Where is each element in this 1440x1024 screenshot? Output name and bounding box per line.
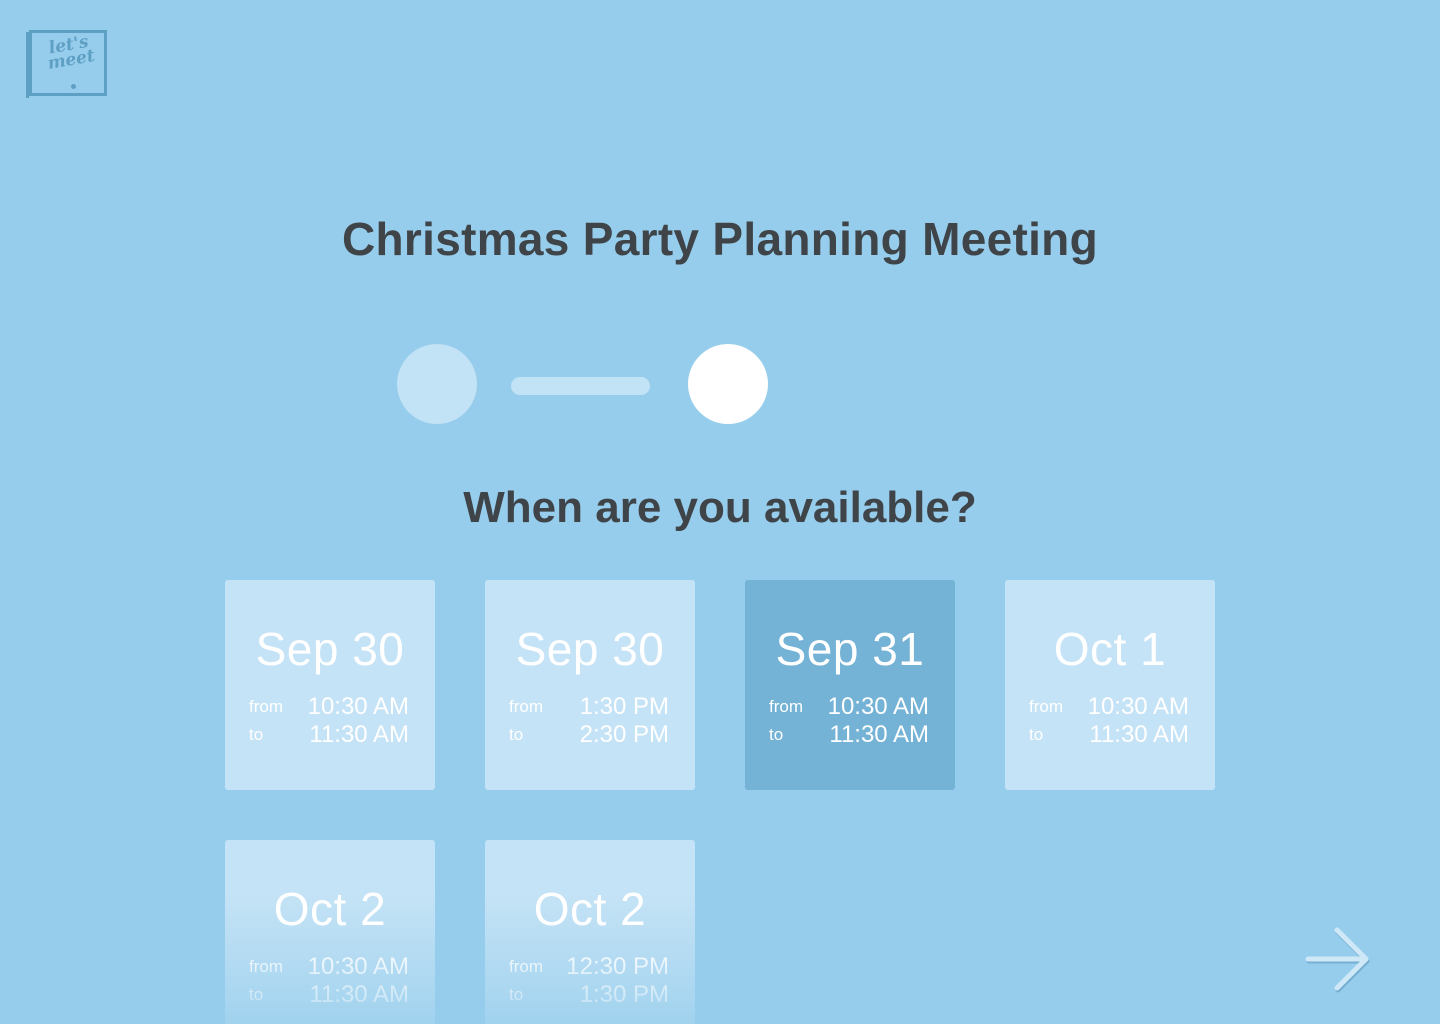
slot-from-label: from: [769, 697, 803, 716]
time-slot-card[interactable]: Oct 2 from 10:30 AM to 11:30 AM: [225, 840, 435, 1024]
slot-to-label: to: [1029, 725, 1044, 744]
availability-question: When are you available?: [463, 483, 977, 532]
arrow-right-icon: [1305, 927, 1370, 993]
slot-to-label: to: [509, 985, 524, 1004]
meeting-title: Christmas Party Planning Meeting: [342, 213, 1098, 265]
progress-step-2-current: [688, 344, 768, 424]
slot-end-time: 11:30 AM: [829, 721, 929, 748]
slot-from-label: from: [249, 697, 283, 716]
time-slot-card[interactable]: Sep 30 from 10:30 AM to 11:30 AM: [225, 580, 435, 790]
slot-to-label: to: [509, 725, 524, 744]
slot-start-time: 10:30 AM: [827, 693, 929, 720]
slot-date: Sep 30: [255, 623, 405, 675]
slot-to-label: to: [249, 725, 264, 744]
slot-end-time: 1:30 PM: [579, 981, 669, 1008]
time-slot-card-selected[interactable]: Sep 31 from 10:30 AM to 11:30 AM: [745, 580, 955, 790]
slot-start-time: 10:30 AM: [307, 693, 409, 720]
slot-date: Oct 1: [1053, 623, 1167, 675]
slot-end-time: 11:30 AM: [1089, 721, 1189, 748]
slot-end-time: 11:30 AM: [309, 721, 409, 748]
slot-end-time: 2:30 PM: [579, 721, 669, 748]
slot-end-time: 11:30 AM: [309, 981, 409, 1008]
slot-date: Oct 2: [533, 883, 647, 935]
slot-start-time: 1:30 PM: [579, 693, 669, 720]
time-slot-card[interactable]: Oct 1 from 10:30 AM to 11:30 AM: [1005, 580, 1215, 790]
slot-start-time: 12:30 PM: [566, 953, 669, 980]
slot-start-time: 10:30 AM: [1087, 693, 1189, 720]
slot-date: Sep 30: [515, 623, 665, 675]
slot-from-label: from: [249, 957, 283, 976]
page: let's meet Christmas Party Planning Meet…: [0, 0, 1440, 1024]
lets-meet-logo[interactable]: let's meet: [26, 28, 112, 100]
slot-from-label: from: [1029, 697, 1063, 716]
logo-dot: [71, 84, 76, 89]
progress-step-1: [397, 344, 477, 424]
progress-connector: [511, 377, 650, 395]
slot-from-label: from: [509, 697, 543, 716]
next-button[interactable]: [1304, 926, 1372, 994]
slot-to-label: to: [249, 985, 264, 1004]
slot-to-label: to: [769, 725, 784, 744]
time-slot-card[interactable]: Oct 2 from 12:30 PM to 1:30 PM: [485, 840, 695, 1024]
slot-date: Sep 31: [775, 623, 925, 675]
slot-date: Oct 2: [273, 883, 387, 935]
time-slot-card[interactable]: Sep 30 from 1:30 PM to 2:30 PM: [485, 580, 695, 790]
slot-start-time: 10:30 AM: [307, 953, 409, 980]
slot-from-label: from: [509, 957, 543, 976]
